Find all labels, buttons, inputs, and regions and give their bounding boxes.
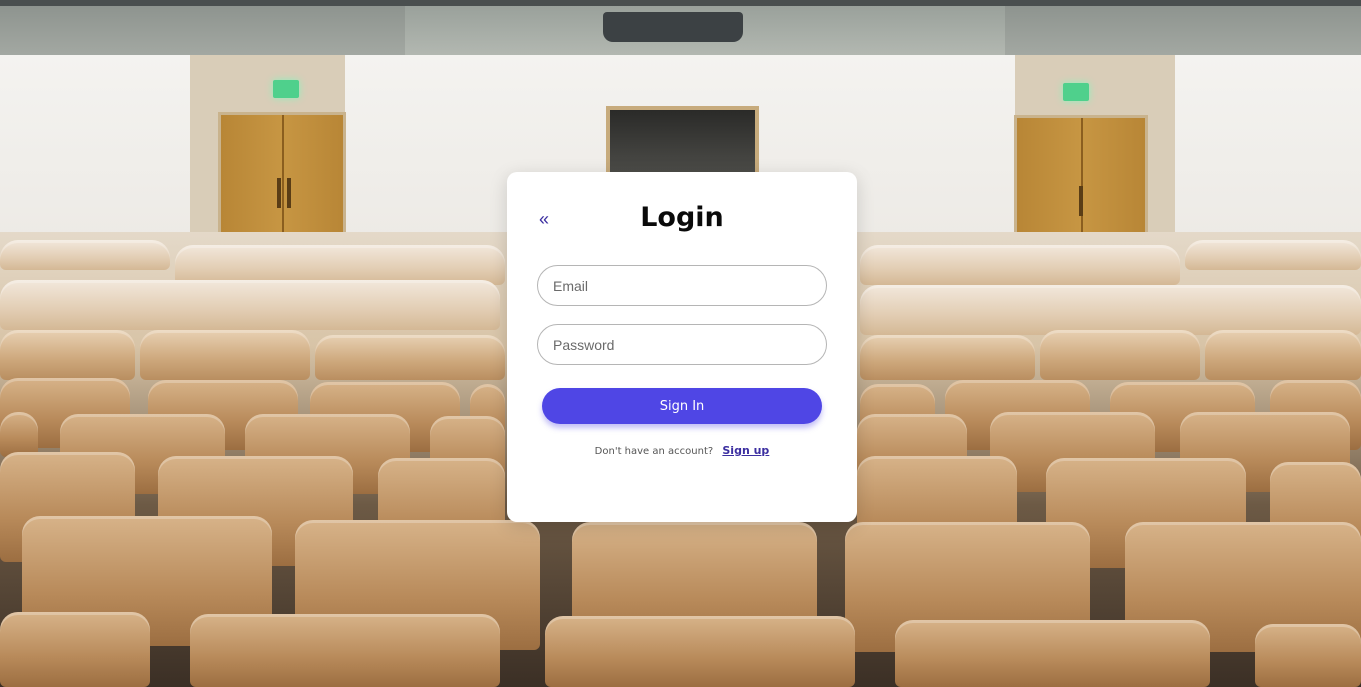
seat [315,335,505,380]
seat-row [860,245,1180,285]
seat [0,612,150,687]
sign-up-link[interactable]: Sign up [722,444,769,457]
seat-row [0,280,500,330]
seat [895,620,1210,687]
exit-sign-right [1063,83,1089,101]
page-title: Login [640,202,724,233]
seat [0,412,38,457]
email-input[interactable] [537,265,827,306]
exit-sign-left [273,80,299,98]
door-handle [1079,185,1083,216]
seat [190,614,500,687]
seat [545,616,855,687]
seat [0,330,135,380]
seat [140,330,310,380]
seat-row [860,285,1361,335]
seat [860,335,1035,380]
login-card: « Login Sign In Don't have an account? S… [507,172,857,522]
door-handle [287,178,291,208]
signup-prompt-row: Don't have an account? Sign up [507,444,857,457]
seat-row [0,240,170,270]
seat [1255,624,1361,687]
password-input[interactable] [537,324,827,365]
projector [603,12,743,42]
seat-row [1185,240,1361,270]
seat-row [175,245,505,285]
signup-prompt-text: Don't have an account? [594,446,714,457]
door-handle [277,178,281,208]
sign-in-button[interactable]: Sign In [542,388,822,424]
seat [1040,330,1200,380]
seat [1205,330,1361,380]
